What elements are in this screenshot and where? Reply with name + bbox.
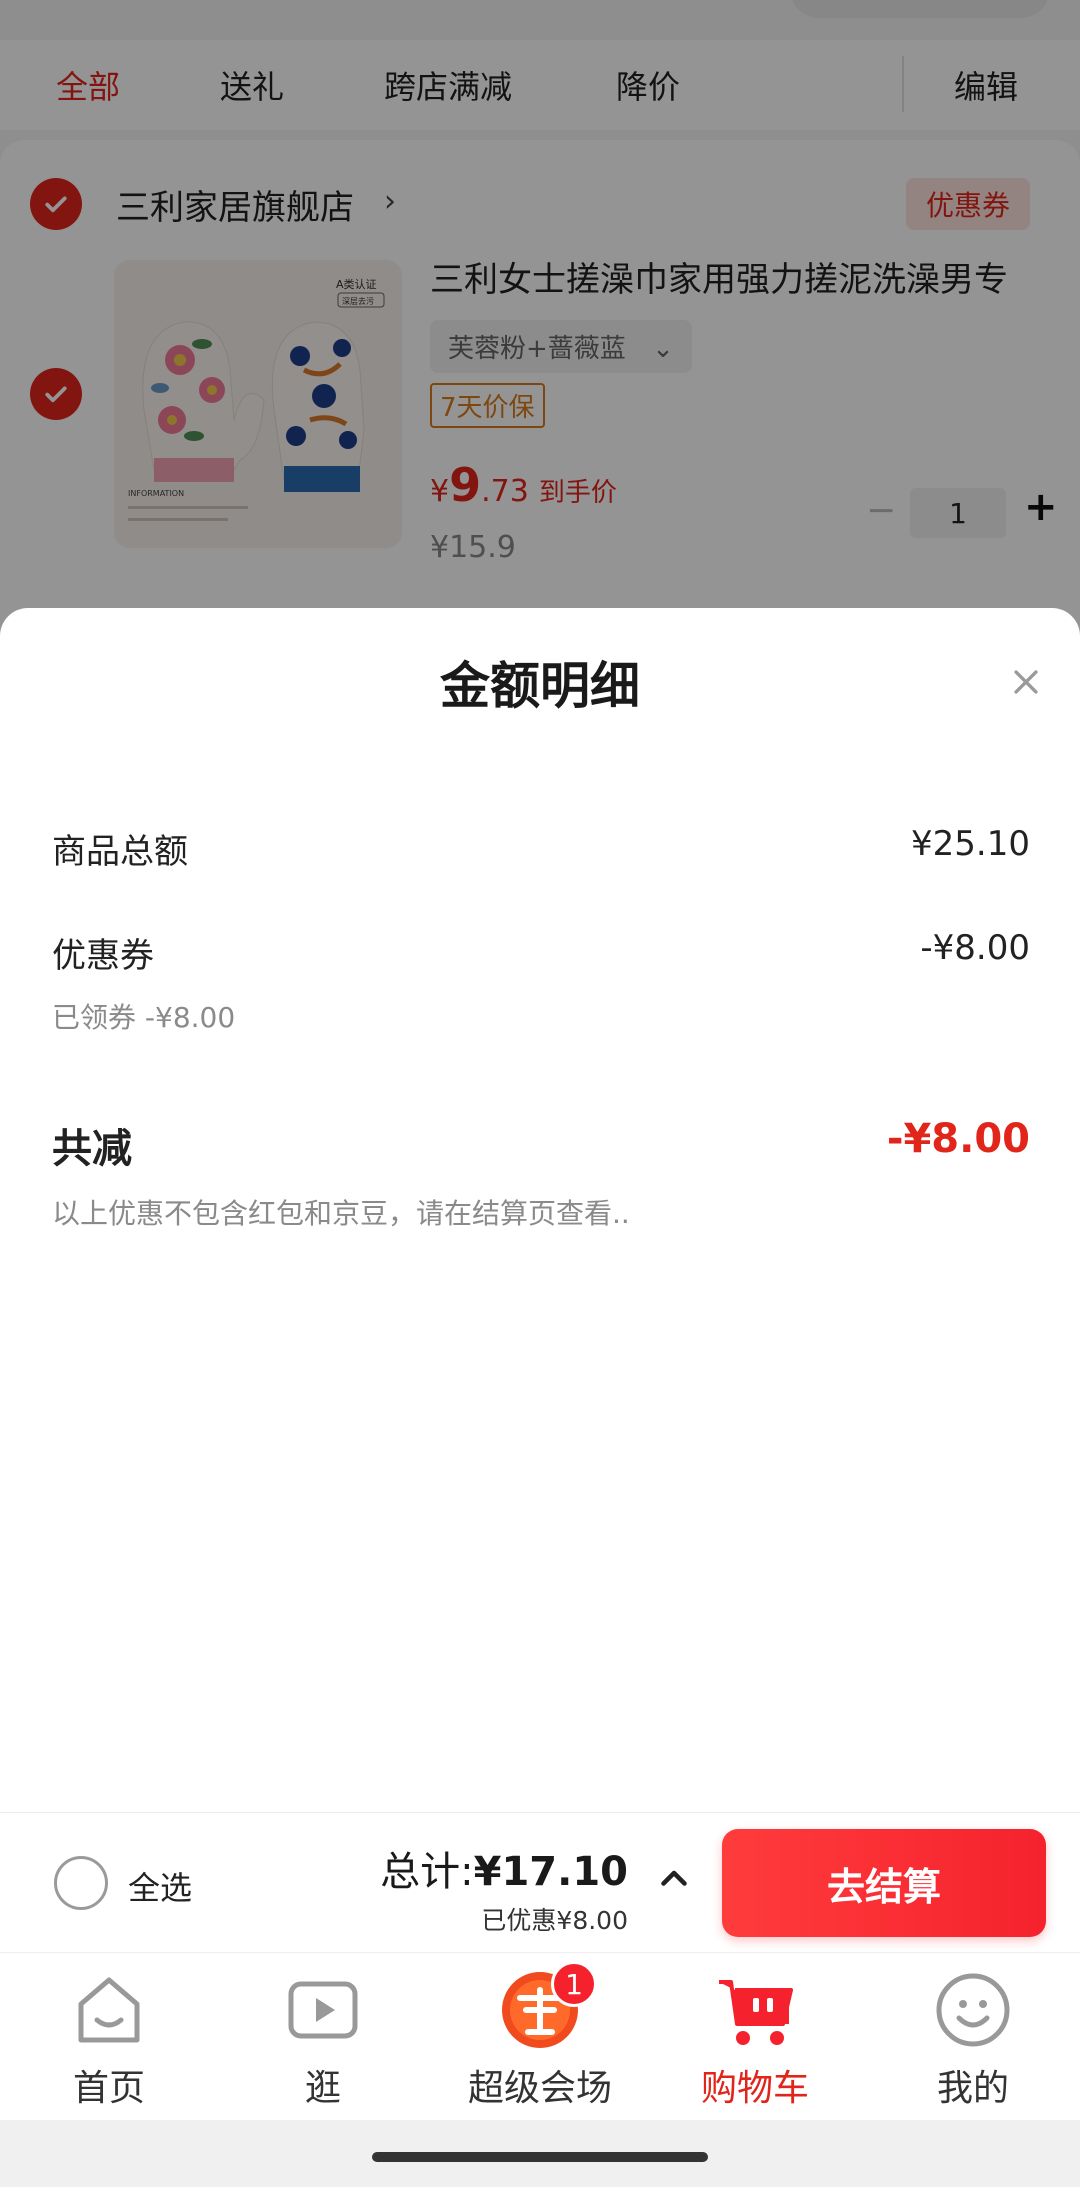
select-all-radio[interactable] [54, 1856, 108, 1910]
coupon-label: 优惠券 [52, 936, 154, 976]
home-indicator[interactable] [372, 2152, 708, 2162]
checkout-bar: 全选 总计:¥17.10 已优惠¥8.00 去结算 [0, 1812, 1080, 1952]
cart-icon [712, 1967, 798, 2053]
saved-amount: 已优惠¥8.00 [481, 1906, 628, 1935]
tab-mine-label: 我的 [936, 2068, 1009, 2109]
notification-badge: 1 [551, 1961, 597, 2007]
chevron-up-icon[interactable] [656, 1861, 692, 1897]
items-total-label: 商品总额 [52, 832, 188, 872]
tab-home-label: 首页 [72, 2068, 145, 2109]
coupon-value: -¥8.00 [920, 928, 1030, 968]
select-all-label[interactable]: 全选 [128, 1863, 192, 1909]
tab-browse[interactable]: 逛 [238, 1967, 408, 2117]
home-icon [66, 1967, 152, 2053]
modal-overlay[interactable] [0, 0, 1080, 640]
total-discount-value: -¥8.00 [886, 1116, 1030, 1162]
play-icon [280, 1967, 366, 2053]
sheet-title: 金额明细 [440, 657, 640, 715]
tab-browse-label: 逛 [304, 2068, 341, 2109]
tab-cart[interactable]: 购物车 [670, 1967, 840, 2117]
tab-home[interactable]: 首页 [24, 1967, 194, 2117]
super-venue-icon: 1 [497, 1961, 597, 2053]
amount-details-sheet: 金额明细 商品总额 ¥25.10 优惠券 -¥8.00 已领券 -¥8.00 共… [0, 608, 1080, 1813]
home-indicator-area [0, 2120, 1080, 2187]
smiley-icon [930, 1967, 1016, 2053]
discount-note: 以上优惠不包含红包和京豆，请在结算页查看.. [52, 1197, 630, 1230]
total-discount-label: 共减 [52, 1126, 132, 1172]
items-total-value: ¥25.10 [911, 824, 1030, 864]
checkout-button[interactable]: 去结算 [722, 1829, 1046, 1937]
tab-super-venue-label: 超级会场 [467, 2068, 612, 2109]
tab-super-venue[interactable]: 1 超级会场 [455, 1961, 625, 2117]
bottom-tab-bar: 首页 逛 1 超级会场 购物车 我的 [0, 1952, 1080, 2120]
tab-mine[interactable]: 我的 [888, 1967, 1058, 2117]
coupon-claimed-note: 已领券 -¥8.00 [52, 1001, 236, 1034]
tab-cart-label: 购物车 [700, 2068, 809, 2109]
close-icon [1014, 670, 1038, 694]
close-button[interactable] [1000, 656, 1052, 708]
total-price: 总计:¥17.10 [380, 1849, 628, 1895]
